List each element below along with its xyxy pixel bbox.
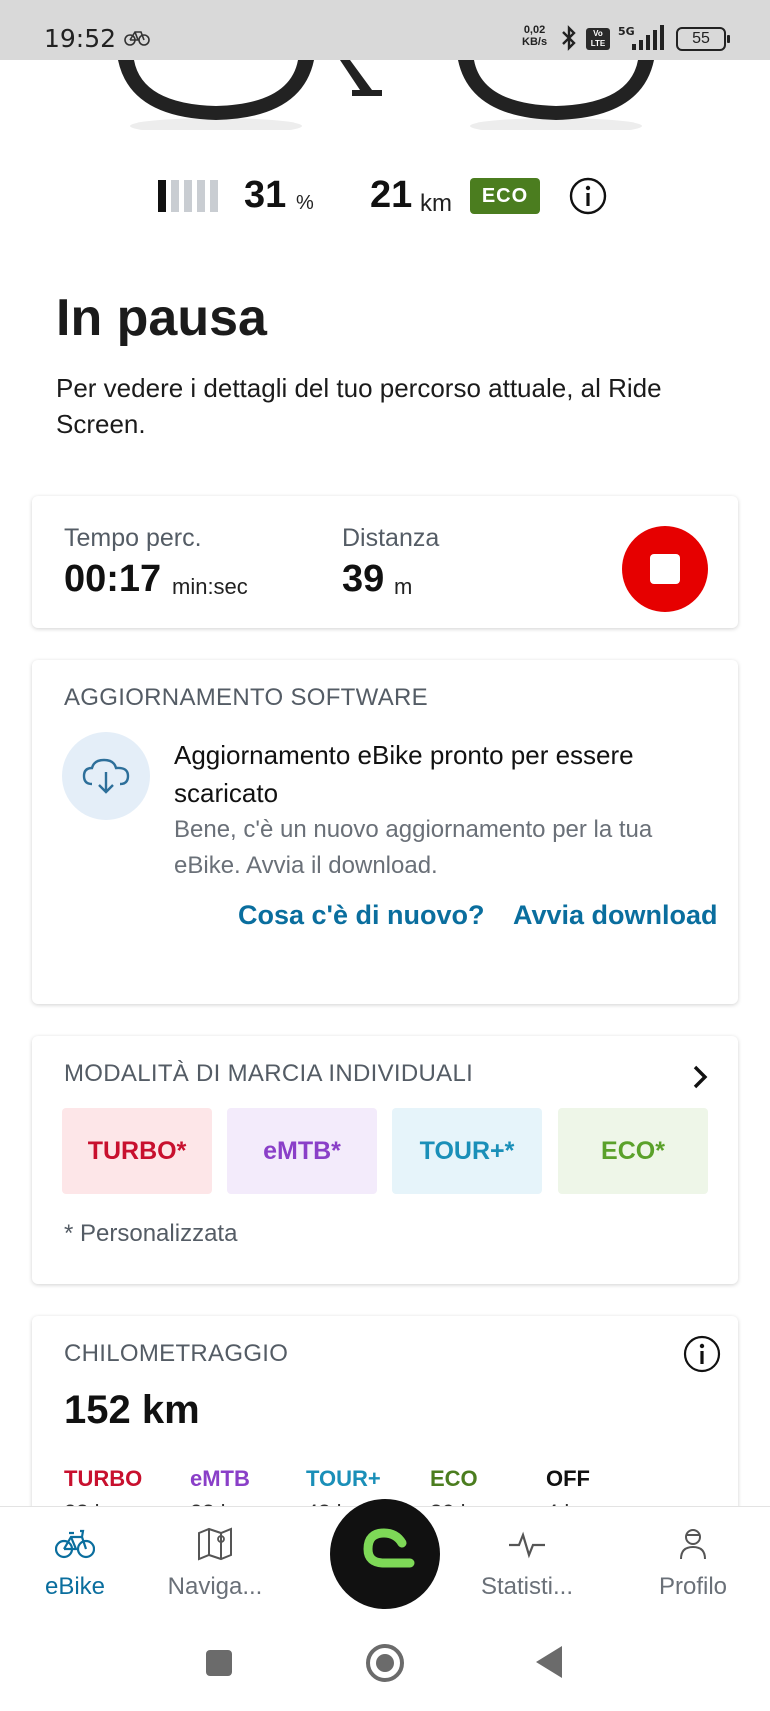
update-title: Aggiornamento eBike pronto per essere sc… (174, 740, 634, 808)
paused-description: Per vedere i dettagli del tuo percorso a… (56, 373, 662, 439)
battery-icon: 55 (676, 27, 730, 51)
range-value: 21 (370, 174, 413, 216)
battery-segment (197, 180, 205, 212)
mileage-mode-label: TURBO (64, 1466, 143, 1491)
ride-screen-icon (363, 1528, 415, 1568)
whats-new-link[interactable]: Cosa c'è di nuovo? (238, 900, 484, 931)
mode-tile-turbo[interactable]: TURBO* (62, 1108, 212, 1194)
nav-item-statistics[interactable]: Statisti... (462, 1525, 592, 1601)
software-update-card: AGGIORNAMENTO SOFTWARE Aggiornamento eBi… (32, 660, 738, 1004)
ride-time-unit: min:sec (172, 574, 248, 599)
info-icon[interactable] (568, 176, 608, 216)
ride-screen-button[interactable] (330, 1499, 440, 1609)
ride-time-label: Tempo perc. (64, 524, 202, 552)
battery-segment (171, 180, 179, 212)
back-button[interactable] (536, 1646, 562, 1678)
mileage-mode-label: ECO (430, 1466, 478, 1491)
customized-footnote: * Personalizzata (64, 1220, 238, 1247)
battery-segment (184, 180, 192, 212)
range-unit: km (420, 190, 452, 217)
ebike-status-row: 31 % 21 km ECO (0, 170, 770, 226)
mileage-mode-label: TOUR+ (306, 1466, 381, 1491)
start-download-link[interactable]: Avvia download (513, 900, 718, 931)
bike-icon (55, 1529, 95, 1559)
ride-time-value: 00:17 (64, 558, 162, 600)
bluetooth-icon (562, 25, 576, 51)
ride-summary-card: Tempo perc. 00:17 min:sec Distanza 39 m (32, 496, 738, 628)
bike-notification-icon (124, 31, 150, 46)
battery-percent: 31 (244, 174, 287, 216)
status-bar: 19:52 0,02 KB/s Vo LTE 5G 55 (0, 0, 770, 60)
nav-label-ebike: eBike (44, 1573, 106, 1600)
svg-text:5G: 5G (618, 25, 635, 38)
riding-modes-heading: MODALITÀ DI MARCIA INDIVIDUALI (64, 1060, 474, 1087)
bottom-navigation: eBike Naviga... Statisti... Profilo (0, 1499, 770, 1616)
riding-modes-card[interactable]: MODALITÀ DI MARCIA INDIVIDUALI TURBO* eM… (32, 1036, 738, 1284)
system-navigation-bar (0, 1616, 770, 1711)
signal-icon: 5G (618, 25, 664, 50)
assist-mode-badge: ECO (470, 178, 540, 214)
profile-icon (680, 1529, 706, 1560)
battery-unit: % (296, 192, 314, 214)
home-button[interactable] (366, 1644, 404, 1682)
nav-item-navigation[interactable]: Naviga... (150, 1525, 280, 1601)
battery-segment (158, 180, 166, 212)
stop-ride-button[interactable] (622, 526, 708, 612)
map-icon (198, 1527, 232, 1561)
mileage-mode-label: OFF (546, 1466, 590, 1491)
mileage-mode-label: eMTB (190, 1466, 250, 1491)
network-speed: 0,02 KB/s (522, 24, 548, 48)
total-mileage: 152 km (64, 1388, 200, 1432)
update-description: Bene, c'è un nuovo aggiornamento per la … (174, 816, 653, 879)
mode-tile-emtb[interactable]: eMTB* (227, 1108, 377, 1194)
nav-label-profile: Profilo (658, 1573, 728, 1600)
battery-segment (210, 180, 218, 212)
ride-distance-unit: m (394, 574, 413, 599)
nav-label-statistics: Statisti... (480, 1573, 574, 1600)
status-time: 19:52 (44, 24, 117, 53)
activity-icon (509, 1531, 545, 1559)
volte-badge: Vo LTE (586, 28, 610, 50)
chevron-right-icon[interactable] (688, 1062, 712, 1092)
nav-item-ebike[interactable]: eBike (10, 1525, 140, 1601)
info-icon[interactable] (682, 1334, 722, 1374)
mode-tile-tour-plus[interactable]: TOUR+* (392, 1108, 542, 1194)
ride-distance-value: 39 (342, 558, 385, 600)
mode-tile-eco[interactable]: ECO* (558, 1108, 708, 1194)
battery-level-bars (158, 180, 230, 212)
ride-distance-label: Distanza (342, 524, 440, 552)
nav-item-profile[interactable]: Profilo (628, 1525, 758, 1601)
paused-title: In pausa (56, 289, 267, 347)
software-update-heading: AGGIORNAMENTO SOFTWARE (64, 684, 428, 711)
nav-label-navigation: Naviga... (167, 1573, 263, 1600)
mileage-heading: CHILOMETRAGGIO (64, 1340, 289, 1367)
ebike-image (118, 60, 654, 130)
recent-apps-button[interactable] (206, 1650, 232, 1676)
cloud-download-icon (62, 732, 150, 820)
